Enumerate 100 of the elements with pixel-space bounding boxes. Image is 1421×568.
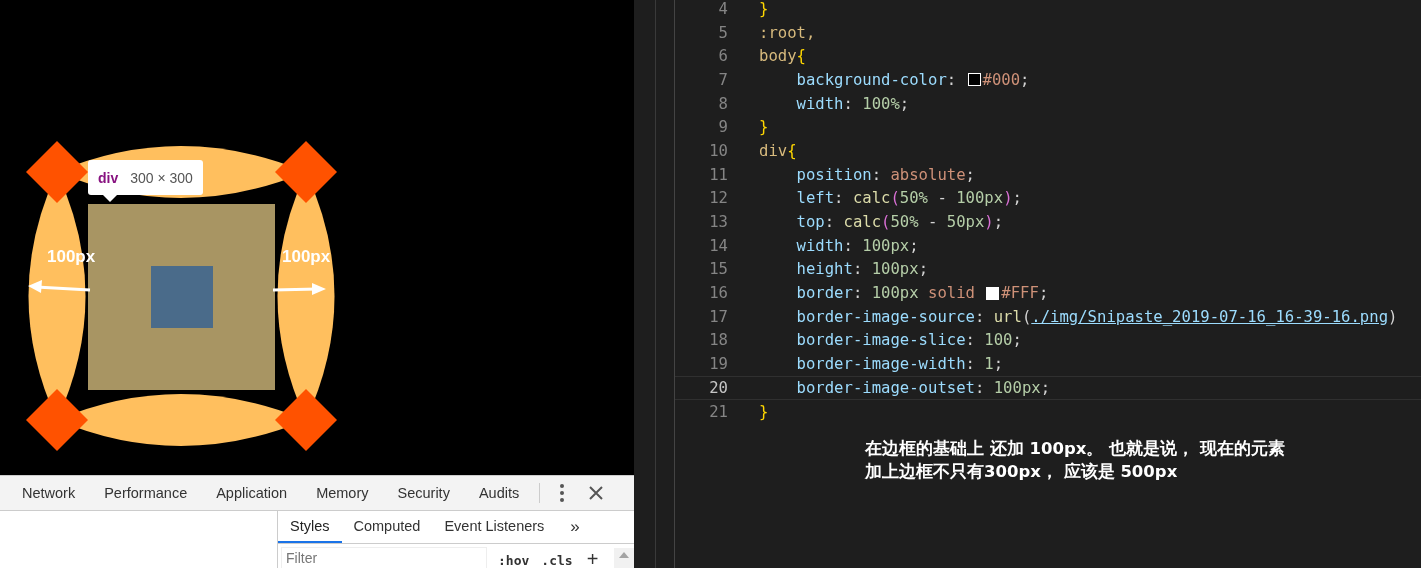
code-punctuation: : xyxy=(852,284,864,303)
scrollbar[interactable] xyxy=(614,548,634,568)
code-punctuation: : xyxy=(824,213,836,232)
code-number: 100px xyxy=(993,378,1041,397)
devtools-tab[interactable]: Security xyxy=(382,485,464,501)
line-number: 5 xyxy=(717,23,728,42)
code-punctuation: ; xyxy=(1012,331,1022,350)
style-action-button[interactable]: :hov xyxy=(498,553,530,568)
code-punctuation: : xyxy=(852,260,864,279)
code-punctuation: ; xyxy=(918,260,928,279)
code-brace: { xyxy=(796,47,806,66)
code-paren: ) xyxy=(1003,189,1013,208)
code-punctuation: ; xyxy=(993,355,1004,374)
line-number: 11 xyxy=(708,165,728,184)
line-number: 12 xyxy=(708,189,728,208)
code-punctuation: : xyxy=(965,355,976,374)
filter-field[interactable]: Filter xyxy=(282,548,486,568)
code-property: border-image-width xyxy=(795,355,966,374)
code-punctuation: : xyxy=(843,94,854,113)
color-swatch[interactable] xyxy=(986,286,1000,300)
devtools-tab[interactable]: Performance xyxy=(89,485,202,501)
code-punctuation: : xyxy=(946,70,958,89)
code-punctuation: - xyxy=(936,189,948,208)
code-punctuation: ; xyxy=(1040,378,1051,397)
line-number: 4 xyxy=(717,0,728,18)
code-punctuation: ( xyxy=(1021,307,1032,326)
arrow-icon xyxy=(272,283,326,295)
code-number: 100px xyxy=(871,260,919,279)
line-number: 19 xyxy=(708,355,728,374)
code-property: width xyxy=(795,94,844,113)
line-number: 9 xyxy=(717,118,728,137)
code-selector: div xyxy=(759,141,788,160)
code-punctuation: ; xyxy=(1038,284,1049,303)
code-brace: } xyxy=(759,0,769,18)
code-paren: ) xyxy=(984,213,994,232)
measure-label: 100px xyxy=(282,247,331,267)
code-property: border-image-outset xyxy=(795,378,975,397)
code-property: background-color xyxy=(795,70,947,89)
line-number: 7 xyxy=(717,70,728,89)
line-number: 6 xyxy=(717,47,728,66)
code-number: 50px xyxy=(946,213,985,232)
code-punctuation: ; xyxy=(1020,70,1030,89)
devtools-tab[interactable]: Network xyxy=(7,485,90,501)
devtools-tab[interactable]: Application xyxy=(201,485,302,501)
code-value: #000 xyxy=(982,70,1021,89)
code-brace: } xyxy=(759,118,769,137)
code-property: left xyxy=(795,189,835,208)
code-value: solid xyxy=(927,284,976,303)
styles-pane-tab[interactable]: Styles xyxy=(278,511,342,543)
code-punctuation: ; xyxy=(1012,189,1022,208)
code-number: 100 xyxy=(984,331,1013,350)
code-punctuation: ) xyxy=(1388,307,1398,326)
color-swatch[interactable] xyxy=(967,73,981,87)
more-options-icon[interactable] xyxy=(560,484,565,502)
code-punctuation: - xyxy=(927,213,939,232)
styles-pane-tab[interactable]: Event Listeners xyxy=(432,511,557,543)
arrow-icon xyxy=(28,280,91,293)
code-punctuation: : xyxy=(834,189,845,208)
code-property: border xyxy=(795,284,853,303)
code-number: 50% xyxy=(890,213,919,232)
code-number: 100% xyxy=(862,94,900,113)
style-action-button[interactable]: + xyxy=(586,550,599,568)
code-brace: { xyxy=(787,141,797,160)
close-icon[interactable] xyxy=(589,486,604,500)
code-selector: :root, xyxy=(759,23,816,42)
line-number: 18 xyxy=(708,331,728,350)
style-action-button[interactable]: .cls xyxy=(541,553,573,568)
code-link[interactable]: ./img/Snipaste_2019-07-16_16-39-16.png xyxy=(1031,307,1389,326)
line-number: 21 xyxy=(708,402,728,421)
code-number: 100px xyxy=(871,284,919,303)
code-number: 1 xyxy=(984,355,994,374)
annotation-text: 加上边框不只有300px， 应该是 500px xyxy=(865,461,1178,484)
line-number: 16 xyxy=(708,284,728,303)
line-number: 20 xyxy=(708,378,728,397)
annotation-text: 在边框的基础上 还加 100px。 也就是说， 现在的元素 xyxy=(865,438,1285,461)
code-punctuation: : xyxy=(974,307,986,326)
code-property: width xyxy=(795,236,844,255)
devtools-tab[interactable]: Memory xyxy=(301,485,383,501)
code-function: url xyxy=(993,307,1022,326)
devtools-tab[interactable]: Audits xyxy=(463,485,534,501)
code-paren: ( xyxy=(890,189,900,208)
code-brace: } xyxy=(759,402,769,421)
code-property: height xyxy=(795,260,853,279)
code-punctuation: : xyxy=(965,331,976,350)
line-number: 8 xyxy=(717,94,728,113)
code-property: border-image-source xyxy=(795,307,975,326)
code-function: calc xyxy=(843,213,882,232)
code-property: top xyxy=(795,213,825,232)
code-punctuation: : xyxy=(843,236,854,255)
line-number: 10 xyxy=(708,141,728,160)
code-punctuation: ; xyxy=(909,236,919,255)
code-punctuation: ; xyxy=(993,213,1004,232)
code-number: 50% xyxy=(899,189,928,208)
code-paren: ( xyxy=(881,213,891,232)
code-punctuation: ; xyxy=(899,94,910,113)
code-number: 100px xyxy=(862,236,910,255)
code-property: position xyxy=(795,165,872,184)
styles-pane-tab[interactable]: Computed xyxy=(341,511,433,543)
code-value: #FFF xyxy=(1001,284,1039,303)
more-tabs-button[interactable]: » xyxy=(556,511,594,543)
